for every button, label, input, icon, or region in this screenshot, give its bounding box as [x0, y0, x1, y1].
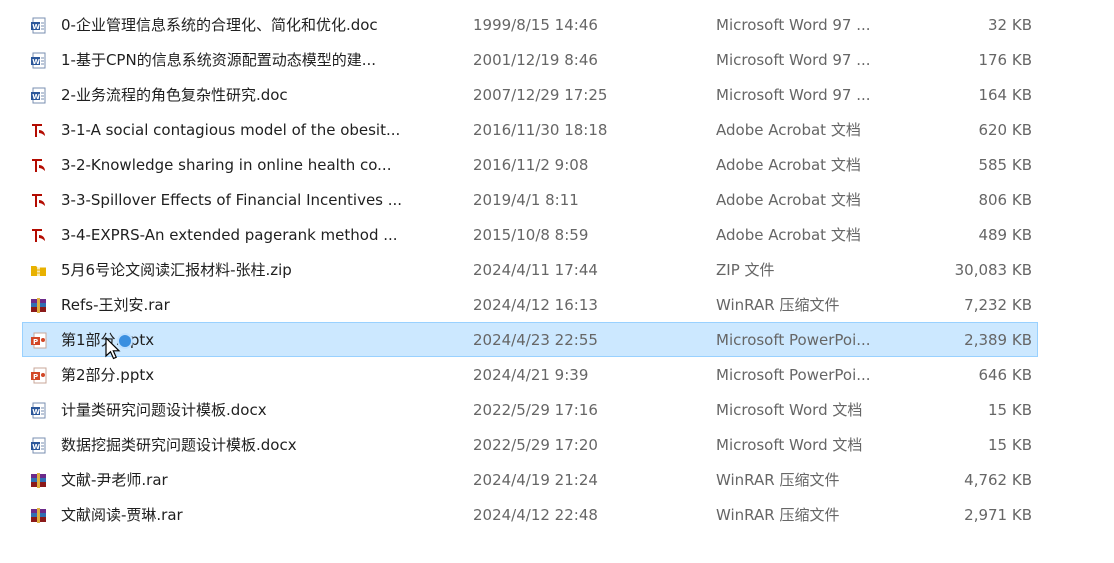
- file-modified-date: 2024/4/12 16:13: [473, 296, 598, 314]
- file-type: Adobe Acrobat 文档: [716, 226, 861, 244]
- file-modified-date: 2024/4/19 21:24: [473, 471, 598, 489]
- file-name[interactable]: Refs-王刘安.rar: [61, 288, 461, 323]
- file-modified-date: 1999/8/15 14:46: [473, 16, 598, 34]
- file-name[interactable]: 0-企业管理信息系统的合理化、简化和优化.doc: [61, 8, 461, 43]
- rar-icon: [30, 507, 47, 524]
- file-modified-date: 2001/12/19 8:46: [473, 51, 598, 69]
- file-modified-date: 2007/12/29 17:25: [473, 86, 608, 104]
- file-size: 585 KB: [978, 156, 1032, 174]
- file-type: Microsoft Word 97 ...: [716, 51, 871, 69]
- file-row[interactable]: 5月6号论文阅读汇报材料-张柱.zip 2024/4/11 17:44 ZIP 文件…: [22, 252, 1038, 287]
- svg-text:W: W: [32, 93, 40, 101]
- word-doc-icon: W: [30, 17, 47, 34]
- file-row[interactable]: 3-1-A social contagious model of the obe…: [22, 112, 1038, 147]
- file-row[interactable]: W 2-业务流程的角色复杂性研究.doc 2007/12/29 17:25 Micro…: [22, 77, 1038, 112]
- file-size: 646 KB: [978, 366, 1032, 384]
- file-name[interactable]: 第2部分.pptx: [61, 358, 461, 393]
- file-name[interactable]: 2-业务流程的角色复杂性研究.doc: [61, 78, 461, 113]
- pdf-icon: [30, 227, 47, 244]
- file-type: WinRAR 压缩文件: [716, 471, 840, 489]
- svg-text:W: W: [32, 443, 40, 451]
- mouse-cursor-icon: [105, 337, 121, 360]
- pptx-icon: P: [30, 332, 47, 349]
- svg-text:P: P: [33, 373, 38, 381]
- file-modified-date: 2024/4/11 17:44: [473, 261, 598, 279]
- file-type: Microsoft Word 文档: [716, 401, 863, 419]
- file-size: 2,389 KB: [964, 331, 1032, 349]
- file-size: 32 KB: [988, 16, 1032, 34]
- rar-icon: [30, 472, 47, 489]
- file-size: 30,083 KB: [954, 261, 1032, 279]
- file-row[interactable]: P第1部分.pptx2024/4/23 22:55Microsoft Power…: [22, 322, 1038, 357]
- file-type: WinRAR 压缩文件: [716, 506, 840, 524]
- word-doc-icon: W: [30, 52, 47, 69]
- file-name[interactable]: 3-4-EXPRS-An extended pagerank method ..…: [61, 218, 461, 253]
- file-name[interactable]: 1-基于CPN的信息系统资源配置动态模型的建...: [61, 43, 461, 78]
- svg-text:W: W: [32, 408, 40, 416]
- word-doc-icon: W: [30, 87, 47, 104]
- file-name[interactable]: 文献阅读-贾琳.rar: [61, 498, 461, 533]
- file-size: 489 KB: [978, 226, 1032, 244]
- file-row[interactable]: W 计量类研究问题设计模板.docx 2022/5/29 17:16 Microsof…: [22, 392, 1038, 427]
- file-size: 7,232 KB: [964, 296, 1032, 314]
- file-type: Microsoft PowerPoi...: [716, 331, 871, 349]
- file-type: Adobe Acrobat 文档: [716, 121, 861, 139]
- pdf-icon: [30, 157, 47, 174]
- pptx-icon: P: [30, 367, 47, 384]
- file-type: Adobe Acrobat 文档: [716, 191, 861, 209]
- file-modified-date: 2024/4/23 22:55: [473, 331, 598, 349]
- file-name[interactable]: 3-3-Spillover Effects of Financial Incen…: [61, 183, 461, 218]
- file-size: 4,762 KB: [964, 471, 1032, 489]
- zip-icon: [30, 262, 47, 279]
- file-modified-date: 2016/11/30 18:18: [473, 121, 608, 139]
- file-modified-date: 2019/4/1 8:11: [473, 191, 579, 209]
- pdf-icon: [30, 192, 47, 209]
- file-type: Microsoft PowerPoi...: [716, 366, 871, 384]
- file-type: ZIP 文件: [716, 261, 775, 279]
- file-modified-date: 2016/11/2 9:08: [473, 156, 589, 174]
- file-size: 15 KB: [988, 401, 1032, 419]
- file-modified-date: 2015/10/8 8:59: [473, 226, 589, 244]
- file-name[interactable]: 数据挖掘类研究问题设计模板.docx: [61, 428, 461, 463]
- file-type: Adobe Acrobat 文档: [716, 156, 861, 174]
- file-modified-date: 2024/4/12 22:48: [473, 506, 598, 524]
- file-type: Microsoft Word 文档: [716, 436, 863, 454]
- file-modified-date: 2022/5/29 17:16: [473, 401, 598, 419]
- rar-icon: [30, 297, 47, 314]
- file-size: 164 KB: [978, 86, 1032, 104]
- svg-text:W: W: [32, 23, 40, 31]
- file-row[interactable]: W 0-企业管理信息系统的合理化、简化和优化.doc 1999/8/15 14:46…: [22, 7, 1038, 42]
- file-type: Microsoft Word 97 ...: [716, 16, 871, 34]
- file-row[interactable]: 3-4-EXPRS-An extended pagerank method ..…: [22, 217, 1038, 252]
- pdf-icon: [30, 122, 47, 139]
- file-list: W 0-企业管理信息系统的合理化、简化和优化.doc 1999/8/15 14:46…: [22, 7, 1038, 532]
- file-type: Microsoft Word 97 ...: [716, 86, 871, 104]
- file-size: 2,971 KB: [964, 506, 1032, 524]
- file-name[interactable]: 计量类研究问题设计模板.docx: [61, 393, 461, 428]
- file-size: 15 KB: [988, 436, 1032, 454]
- file-type: WinRAR 压缩文件: [716, 296, 840, 314]
- svg-text:P: P: [33, 338, 38, 346]
- file-row[interactable]: Refs-王刘安.rar 2024/4/12 16:13 WinRAR 压缩文件 7,…: [22, 287, 1038, 322]
- file-size: 176 KB: [978, 51, 1032, 69]
- file-size: 620 KB: [978, 121, 1032, 139]
- file-row[interactable]: 文献-尹老师.rar 2024/4/19 21:24 WinRAR 压缩文件 4,76…: [22, 462, 1038, 497]
- file-size: 806 KB: [978, 191, 1032, 209]
- word-docx-icon: W: [30, 402, 47, 419]
- file-row[interactable]: W 数据挖掘类研究问题设计模板.docx 2022/5/29 17:20 Micros…: [22, 427, 1038, 462]
- file-row[interactable]: P 第2部分.pptx 2024/4/21 9:39 Microsoft PowerP…: [22, 357, 1038, 392]
- file-row[interactable]: W 1-基于CPN的信息系统资源配置动态模型的建... 2001/12/19 8:4…: [22, 42, 1038, 77]
- file-name[interactable]: 3-2-Knowledge sharing in online health c…: [61, 148, 461, 183]
- file-modified-date: 2024/4/21 9:39: [473, 366, 589, 384]
- word-docx-icon: W: [30, 437, 47, 454]
- file-modified-date: 2022/5/29 17:20: [473, 436, 598, 454]
- svg-text:W: W: [32, 58, 40, 66]
- file-row[interactable]: 文献阅读-贾琳.rar 2024/4/12 22:48 WinRAR 压缩文件 2,9…: [22, 497, 1038, 532]
- file-name[interactable]: 文献-尹老师.rar: [61, 463, 461, 498]
- file-name[interactable]: 3-1-A social contagious model of the obe…: [61, 113, 461, 148]
- file-row[interactable]: 3-2-Knowledge sharing in online health c…: [22, 147, 1038, 182]
- file-row[interactable]: 3-3-Spillover Effects of Financial Incen…: [22, 182, 1038, 217]
- file-name[interactable]: 5月6号论文阅读汇报材料-张柱.zip: [61, 253, 461, 288]
